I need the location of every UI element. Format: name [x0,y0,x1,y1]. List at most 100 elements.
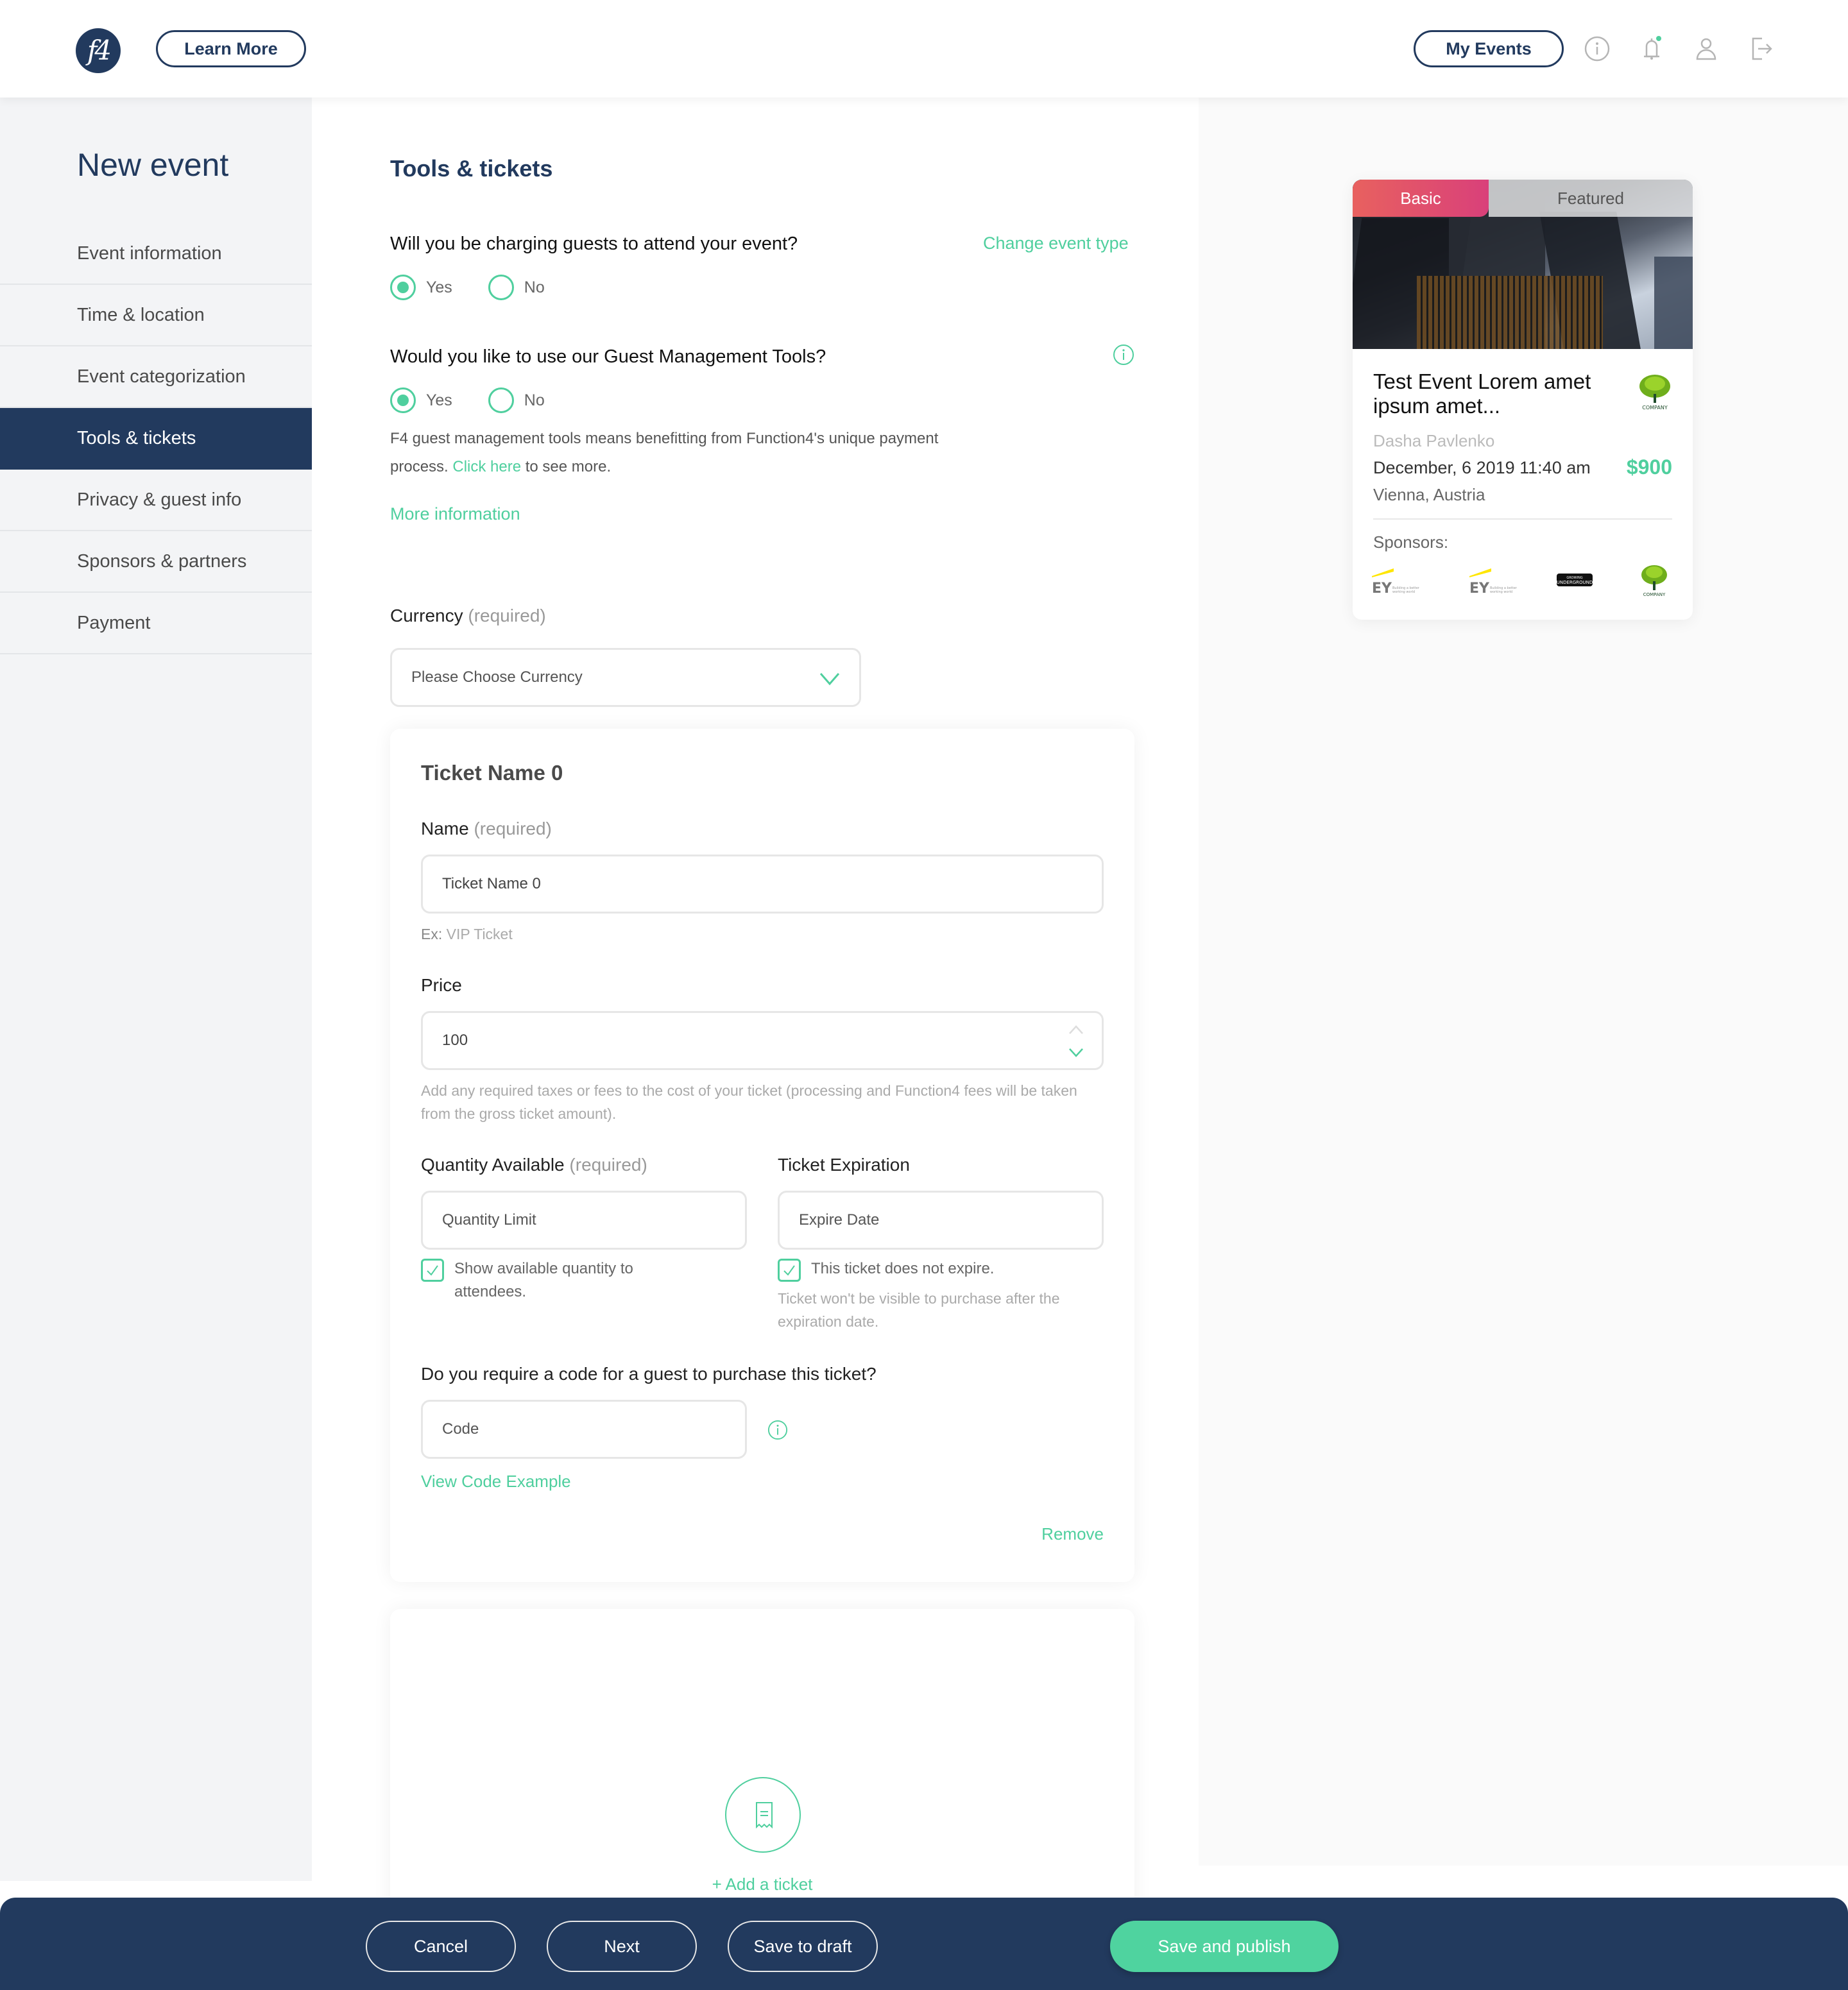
price-hint: Add any required taxes or fees to the co… [421,1082,1077,1122]
currency-placeholder: Please Choose Currency [411,668,583,686]
no-expire-label: This ticket does not expire. [811,1260,995,1277]
sidebar-item-time-location[interactable]: Time & location [0,285,312,346]
info-icon[interactable] [767,1419,788,1441]
ticket-name-field[interactable] [421,855,1104,914]
sidebar-item-privacy-guest-info[interactable]: Privacy & guest info [0,470,312,531]
bell-icon[interactable] [1636,33,1667,64]
ticket-title: Ticket Name 0 [421,761,563,785]
required-tag: (required) [468,606,546,625]
guest-tools-no-radio[interactable] [488,387,514,413]
svg-text:EY: EY [1469,581,1490,597]
svg-text:working world: working world [1392,590,1415,594]
radio-label: No [524,391,545,409]
expire-date-field[interactable] [778,1191,1104,1250]
page-title: New event [77,147,229,183]
show-quantity-checkbox[interactable] [421,1259,444,1282]
click-here-link[interactable]: Click here [452,458,521,475]
guest-tools-yes-radio[interactable] [390,387,416,413]
price-input[interactable] [442,1032,1102,1050]
event-price: $900 [1626,455,1672,479]
required-tag: (required) [474,819,552,838]
sponsor-logo-company: COMPANY [1641,565,1667,597]
no-expire-checkbox[interactable] [778,1259,801,1282]
currency-select[interactable]: Please Choose Currency [390,648,861,707]
name-label: Name (required) [421,819,552,839]
svg-text:EY: EY [1372,581,1392,597]
tab-featured[interactable]: Featured [1489,180,1693,217]
required-tag: (required) [569,1155,647,1175]
sponsor-logo-ey: EY Building a better working world [1372,568,1420,597]
sidebar-item-sponsors-partners[interactable]: Sponsors & partners [0,531,312,593]
price-field[interactable] [421,1011,1104,1070]
radio-label: No [524,278,545,296]
radio-label: Yes [426,391,452,409]
info-icon[interactable] [1113,344,1134,366]
chevron-up-icon[interactable] [1068,1025,1084,1035]
checkmark-icon [427,1265,438,1276]
expire-date-input[interactable] [799,1211,1102,1229]
sponsor-logo-ey: EY Building a better working world [1469,568,1518,597]
quantity-input[interactable] [442,1211,745,1229]
quantity-label: Quantity Available (required) [421,1155,647,1175]
hint-prefix: Ex: [421,926,443,942]
add-ticket-button[interactable] [725,1777,801,1853]
notification-dot [1656,36,1661,41]
hint-text: VIP Ticket [446,926,513,942]
code-field[interactable] [421,1400,747,1459]
expiration-label: Ticket Expiration [778,1155,910,1175]
charging-no-radio[interactable] [488,275,514,300]
cancel-button[interactable]: Cancel [366,1921,516,1972]
guest-tools-description: F4 guest management tools means benefitt… [390,425,980,481]
show-quantity-label: Show available quantity to attendees. [454,1260,633,1300]
label-text: Name [421,819,469,838]
top-header: f4 Learn More My Events [0,0,1848,98]
save-draft-button[interactable]: Save to draft [728,1921,878,1972]
sidebar: New event Event information Time & locat… [0,98,326,1881]
quantity-field[interactable] [421,1191,747,1250]
next-button[interactable]: Next [547,1921,697,1972]
guest-tools-radio-group: Yes No [390,387,581,413]
event-datetime: December, 6 2019 11:40 am [1373,458,1591,477]
description-text: to see more. [525,458,612,475]
sidebar-item-tools-tickets[interactable]: Tools & tickets [0,408,326,470]
code-question: Do you require a code for a guest to pur… [421,1364,877,1384]
charging-question: Will you be charging guests to attend yo… [390,234,798,254]
charging-yes-radio[interactable] [390,275,416,300]
code-input[interactable] [442,1420,745,1438]
svg-text:COMPANY: COMPANY [1643,592,1666,597]
currency-label: Currency (required) [390,606,546,626]
user-icon[interactable] [1691,33,1722,64]
charging-radio-group: Yes No [390,275,581,300]
info-icon[interactable] [1582,33,1613,64]
ticket-card: Ticket Name 0 Name (required) Ex: VIP Ti… [390,729,1134,1582]
view-code-example-link[interactable]: View Code Example [421,1472,571,1492]
sidebar-item-payment[interactable]: Payment [0,593,312,654]
sponsor-logo-growing-underground: GROWING UNDERGROUND [1557,574,1593,586]
checkmark-icon [783,1265,795,1276]
footer-action-bar: Cancel Next Save to draft Save and publi… [0,1898,1848,1990]
change-event-type-link[interactable]: Change event type [983,234,1129,253]
add-ticket-link[interactable]: + Add a ticket [390,1875,1134,1894]
learn-more-button[interactable]: Learn More [156,30,306,67]
label-text: Currency [390,606,463,625]
svg-text:working world: working world [1490,590,1512,594]
ticket-name-input[interactable] [442,875,1102,893]
my-events-button[interactable]: My Events [1414,30,1564,67]
price-label: Price [421,975,462,995]
organizer-name: Dasha Pavlenko [1373,431,1495,450]
sidebar-item-event-categorization[interactable]: Event categorization [0,346,312,408]
sidebar-nav: Event information Time & location Event … [0,223,326,654]
sidebar-item-event-information[interactable]: Event information [0,223,312,285]
radio-label: Yes [426,278,452,296]
name-hint: Ex: VIP Ticket [421,923,513,946]
save-publish-button[interactable]: Save and publish [1110,1921,1339,1972]
sponsors-label: Sponsors: [1373,532,1449,552]
f4-logo[interactable]: f4 [76,28,121,73]
more-information-link[interactable]: More information [390,504,520,524]
remove-ticket-link[interactable]: Remove [1041,1524,1104,1544]
company-logo: COMPANY [1639,375,1670,411]
tab-basic[interactable]: Basic [1353,180,1489,217]
chevron-down-icon[interactable] [1068,1048,1084,1058]
svg-text:UNDERGROUND: UNDERGROUND [1557,580,1593,585]
logout-icon[interactable] [1745,33,1776,64]
